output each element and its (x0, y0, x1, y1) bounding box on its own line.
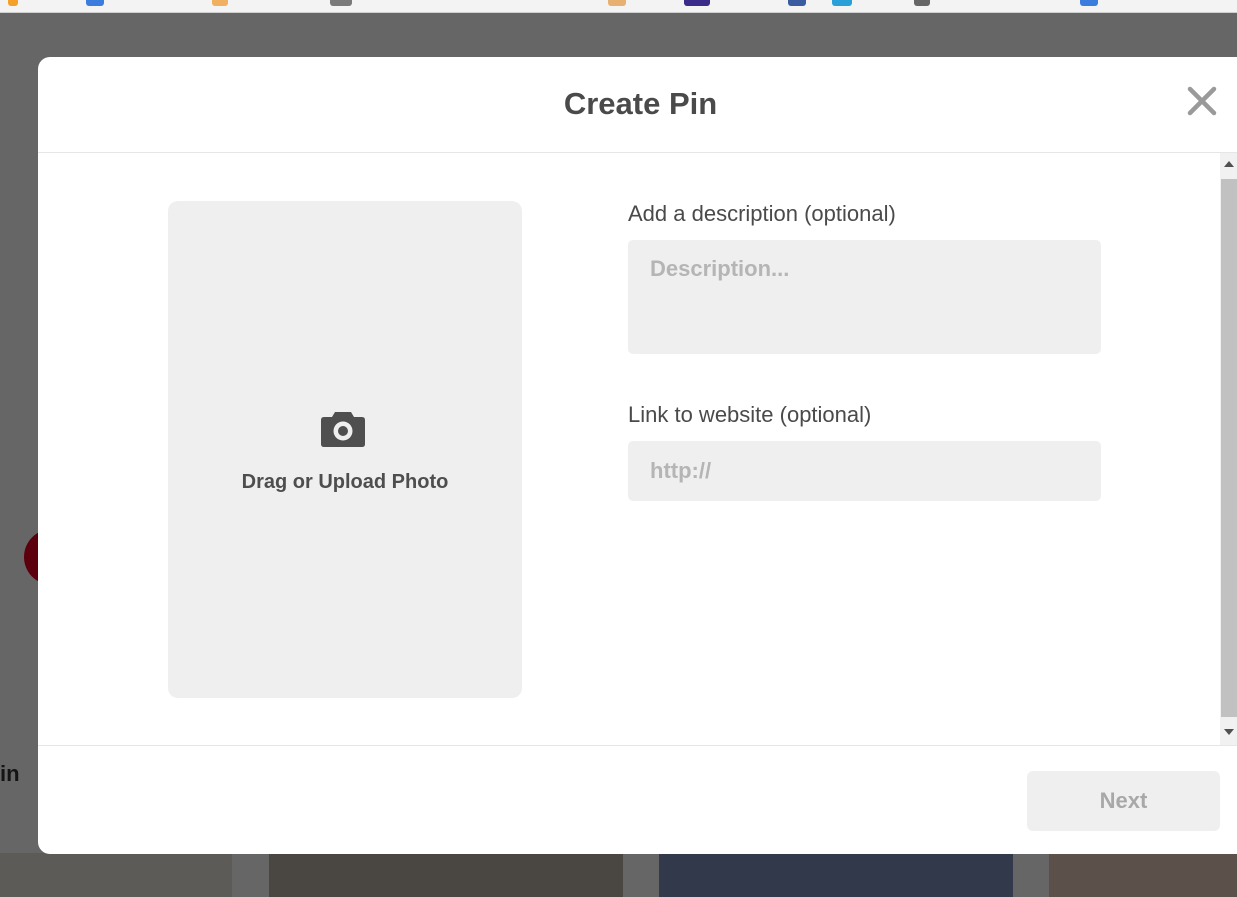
bookmark-icon[interactable] (608, 0, 626, 6)
bookmarks-bar (0, 0, 1237, 13)
bookmark-icon[interactable] (684, 0, 710, 6)
scroll-up-arrow-icon[interactable] (1220, 155, 1237, 173)
bookmark-icon[interactable] (330, 0, 352, 6)
dialog-scrollbar[interactable] (1220, 153, 1237, 745)
next-button[interactable]: Next (1027, 771, 1220, 831)
dialog-footer: Next (38, 745, 1237, 854)
dialog-title: Create Pin (563, 86, 718, 121)
bookmark-icon[interactable] (86, 0, 104, 6)
upload-label: Drag or Upload Photo (241, 471, 449, 493)
description-label: Add a description (optional) (628, 201, 896, 226)
website-link-field[interactable] (628, 441, 1101, 501)
close-button[interactable] (1182, 81, 1222, 121)
bookmark-icon[interactable] (914, 0, 930, 6)
bookmark-icon[interactable] (788, 0, 806, 6)
link-label: Link to website (optional) (628, 402, 872, 427)
scroll-down-arrow-icon[interactable] (1220, 723, 1237, 741)
create-pin-dialog: Create Pin Drag or Upload Photo Add a de… (38, 57, 1237, 854)
photo-upload-dropzone[interactable]: Drag or Upload Photo (168, 201, 522, 698)
bookmark-icon[interactable] (1080, 0, 1098, 6)
scrollbar-thumb[interactable] (1221, 179, 1237, 717)
close-icon (1187, 86, 1217, 116)
description-field[interactable] (628, 240, 1101, 354)
bookmark-icon[interactable] (832, 0, 852, 6)
camera-icon (321, 412, 365, 447)
bookmark-icon[interactable] (212, 0, 228, 6)
dialog-header: Create Pin (38, 57, 1237, 153)
dialog-body: Drag or Upload Photo Add a description (… (38, 153, 1220, 745)
bookmark-icon[interactable] (8, 0, 18, 6)
